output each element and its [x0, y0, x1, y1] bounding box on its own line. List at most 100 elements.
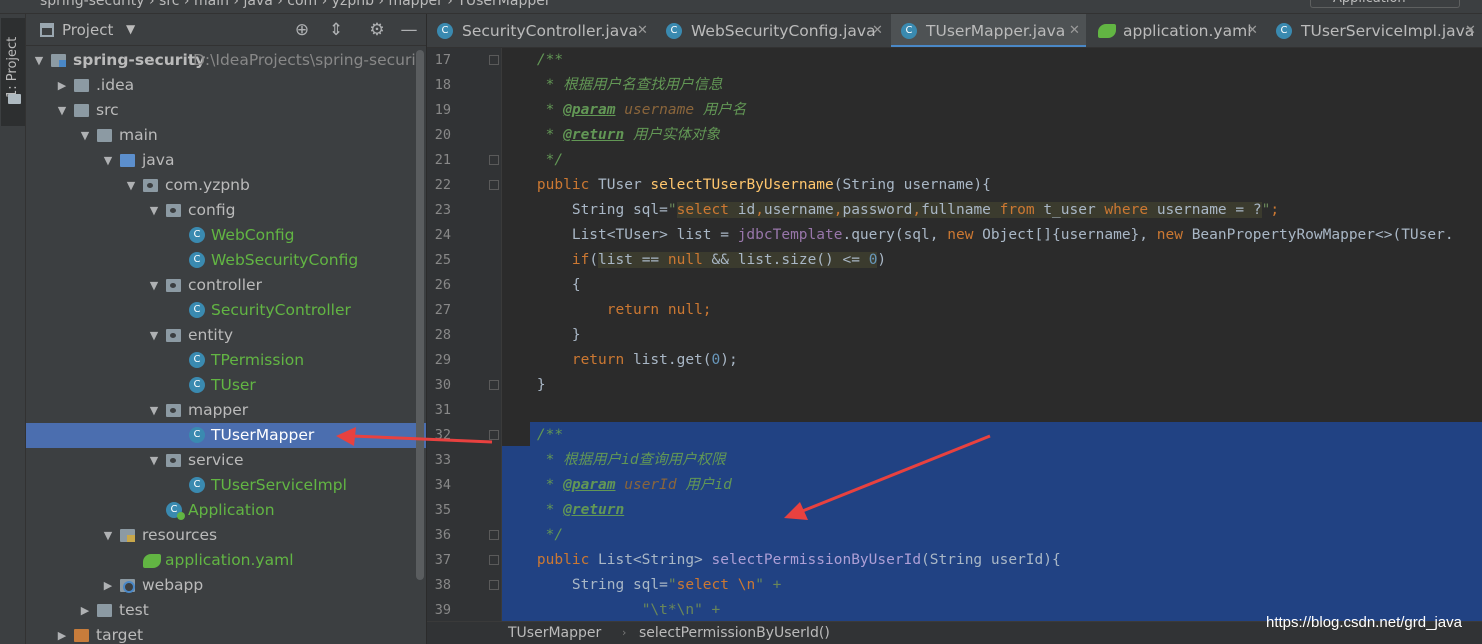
code-line[interactable]: * @return 用户实体对象 — [502, 123, 720, 148]
code-line[interactable]: * 根据用户id查询用户权限 — [502, 448, 726, 473]
fold-marker-icon[interactable] — [489, 380, 499, 390]
tree-item[interactable]: ▼ mapper — [26, 398, 426, 423]
code-line[interactable]: * @param username 用户名 — [502, 98, 747, 123]
expand-arrow-icon[interactable]: ▼ — [79, 123, 91, 148]
code-line[interactable]: * @return — [502, 498, 625, 523]
fold-marker-icon[interactable] — [489, 430, 499, 440]
breadcrumb-class[interactable]: TUserMapper — [508, 622, 601, 644]
tree-item[interactable]: ▼ config — [26, 198, 426, 223]
fold-marker-icon[interactable] — [489, 180, 499, 190]
code-line[interactable]: /** — [502, 423, 563, 448]
tree-item[interactable]: ▼ service — [26, 448, 426, 473]
close-icon[interactable]: ✕ — [1465, 14, 1476, 47]
expand-arrow-icon[interactable]: ▼ — [148, 323, 160, 348]
editor-tab[interactable]: C WebSecurityConfig.java ✕ — [656, 14, 889, 47]
tree-item[interactable]: ▶ test — [26, 598, 426, 623]
tree-item[interactable]: C TUserMapper — [26, 423, 426, 448]
code-line[interactable]: /** — [502, 48, 563, 73]
collapse-all-icon[interactable]: ⇕ — [326, 20, 346, 40]
code-line[interactable]: "\t*\n" + — [502, 598, 721, 621]
code-line[interactable]: List<TUser> list = jdbcTemplate.query(sq… — [502, 223, 1454, 248]
tree-item[interactable]: C TUser — [26, 373, 426, 398]
tree-item[interactable]: ▼ resources — [26, 523, 426, 548]
tree-item-label: resources — [142, 526, 218, 544]
expand-arrow-icon[interactable]: ▼ — [148, 398, 160, 423]
project-panel-title[interactable]: Project — [62, 21, 113, 39]
code-line[interactable]: String sql="select id,username,password,… — [502, 198, 1279, 223]
collapse-arrow-icon[interactable]: ▶ — [79, 598, 91, 623]
minimize-icon[interactable]: — — [399, 20, 419, 40]
code-line[interactable]: return null; — [502, 298, 712, 323]
fold-marker-icon[interactable] — [489, 580, 499, 590]
close-icon[interactable]: ✕ — [872, 14, 883, 47]
tree-item[interactable]: C Application — [26, 498, 426, 523]
expand-arrow-icon[interactable]: ▼ — [102, 148, 114, 173]
close-icon[interactable]: ✕ — [1247, 14, 1258, 47]
tree-item[interactable]: ▼ java — [26, 148, 426, 173]
tree-item[interactable]: C SecurityController — [26, 298, 426, 323]
code-line[interactable]: } — [502, 373, 546, 398]
expand-arrow-icon[interactable]: ▼ — [148, 273, 160, 298]
tree-item[interactable]: C TUserServiceImpl — [26, 473, 426, 498]
fold-marker-icon[interactable] — [489, 155, 499, 165]
line-number: 30 — [434, 377, 451, 393]
code-line[interactable]: String sql="select \n" + — [502, 573, 782, 598]
tree-item[interactable]: ▼ entity — [26, 323, 426, 348]
tree-item[interactable]: ▼ com.yzpnb — [26, 173, 426, 198]
editor-tab[interactable]: application.yaml ✕ — [1088, 14, 1264, 47]
tree-item[interactable]: ▶ webapp — [26, 573, 426, 598]
code-line[interactable]: */ — [502, 148, 563, 173]
package-icon — [166, 404, 181, 417]
close-icon[interactable]: ✕ — [637, 14, 648, 47]
expand-arrow-icon[interactable]: ▼ — [148, 198, 160, 223]
run-configuration-select[interactable]: Application — [1310, 0, 1460, 8]
expand-arrow-icon[interactable]: ▼ — [102, 523, 114, 548]
gear-icon[interactable]: ⚙ — [367, 20, 387, 40]
tree-item[interactable]: ▼ spring-security D:\IdeaProjects\spring-s… — [26, 48, 426, 73]
class-icon: C — [189, 227, 205, 243]
tree-item[interactable]: C TPermission — [26, 348, 426, 373]
project-tool-tab[interactable]: 1: Project — [1, 18, 25, 126]
code-line[interactable]: */ — [502, 523, 563, 548]
code-line[interactable]: return list.get(0); — [502, 348, 738, 373]
tree-item-label: WebSecurityConfig — [211, 251, 359, 269]
code-line[interactable]: public TUser selectTUserByUsername(Strin… — [502, 173, 991, 198]
code-line[interactable]: } — [502, 323, 581, 348]
locate-icon[interactable]: ⊕ — [292, 20, 312, 40]
expand-arrow-icon[interactable]: ▼ — [125, 173, 137, 198]
collapse-arrow-icon[interactable]: ▶ — [56, 623, 68, 644]
collapse-arrow-icon[interactable]: ▶ — [102, 573, 114, 598]
tree-item-label: test — [119, 601, 149, 619]
code-line[interactable]: { — [502, 273, 581, 298]
editor-tab[interactable]: C TUserServiceImpl.java ✕ — [1266, 14, 1482, 47]
code-line[interactable]: * @param userId 用户id — [502, 473, 732, 498]
nav-breadcrumb[interactable]: spring-security › src › main › java › co… — [40, 0, 551, 9]
code-line[interactable]: * 根据用户名查找用户信息 — [502, 73, 723, 98]
expand-arrow-icon[interactable]: ▼ — [148, 448, 160, 473]
code-editor[interactable]: /** * 根据用户名查找用户信息 * @param username 用户名 … — [502, 48, 1482, 621]
breadcrumb-method[interactable]: selectPermissionByUserId() — [639, 622, 830, 644]
fold-marker-icon[interactable] — [489, 55, 499, 65]
editor-tab[interactable]: C TUserMapper.java ✕ — [891, 14, 1086, 47]
code-line[interactable]: if(list == null && list.size() <= 0) — [502, 248, 886, 273]
collapse-arrow-icon[interactable]: ▶ — [56, 73, 68, 98]
editor-tab[interactable]: C SecurityController.java ✕ — [427, 14, 654, 47]
tree-item[interactable]: application.yaml — [26, 548, 426, 573]
tree-item[interactable]: C WebSecurityConfig — [26, 248, 426, 273]
fold-marker-icon[interactable] — [489, 555, 499, 565]
tree-item[interactable]: C WebConfig — [26, 223, 426, 248]
tree-item[interactable]: ▶ .idea — [26, 73, 426, 98]
tree-item[interactable]: ▶ target — [26, 623, 426, 644]
tree-scrollbar[interactable] — [416, 50, 424, 580]
tree-item[interactable]: ▼ main — [26, 123, 426, 148]
code-line[interactable]: public List<String> selectPermissionByUs… — [502, 548, 1061, 573]
editor-tab-label: TUserServiceImpl.java — [1301, 22, 1475, 40]
code-token: BeanPropertyRowMapper<>(TUser. — [1191, 227, 1454, 243]
chevron-down-icon[interactable]: ▼ — [126, 22, 135, 36]
tree-item[interactable]: ▼ src — [26, 98, 426, 123]
tree-item[interactable]: ▼ controller — [26, 273, 426, 298]
expand-arrow-icon[interactable]: ▼ — [56, 98, 68, 123]
fold-marker-icon[interactable] — [489, 530, 499, 540]
expand-arrow-icon[interactable]: ▼ — [33, 48, 45, 73]
close-icon[interactable]: ✕ — [1069, 14, 1080, 47]
